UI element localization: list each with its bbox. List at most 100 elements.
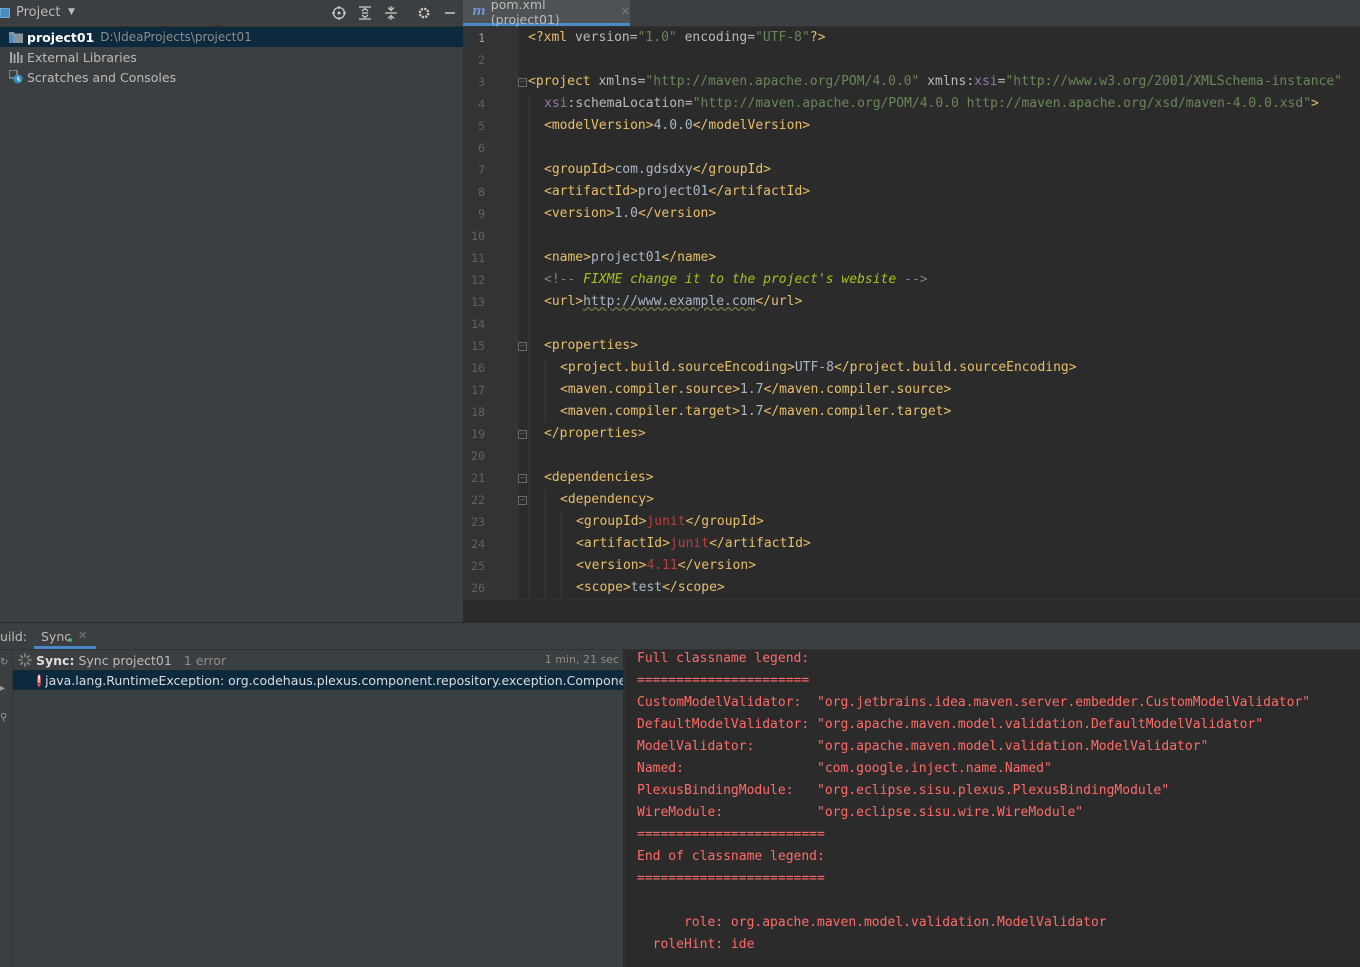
- tag-open: <properties>: [544, 338, 638, 353]
- code-line-8: <artifactId>project01</artifactId>: [544, 181, 810, 203]
- tag-value: test: [630, 580, 663, 595]
- filter-icon[interactable]: ⚲: [0, 712, 10, 724]
- tree-item-label: External Libraries: [27, 49, 137, 65]
- tag-close: </project.build.sourceEncoding>: [833, 360, 1077, 375]
- indent-guide: [545, 489, 546, 599]
- attr-name: xmlns:: [919, 74, 975, 89]
- comment-close: -->: [896, 272, 928, 287]
- line-number: 7: [478, 163, 485, 177]
- editor-pane: m pom.xml (project01) ✕ 1 2 3 4 5 6 7 8 …: [463, 0, 1360, 623]
- tag-value: UTF-8: [794, 360, 834, 375]
- collapse-all-icon[interactable]: [382, 4, 400, 22]
- hide-icon[interactable]: [441, 4, 459, 22]
- code-line-7: <groupId>com.gdsdxy</groupId>: [544, 159, 771, 181]
- attr-value: "UTF-8": [755, 30, 810, 45]
- line-number: 8: [478, 185, 485, 199]
- status-dot-icon: [68, 638, 72, 642]
- error-icon: !: [37, 673, 42, 687]
- pin-icon[interactable]: ▸: [0, 683, 10, 695]
- tag-open: <maven.compiler.target>: [560, 404, 741, 419]
- line-number: 15: [471, 339, 485, 353]
- tag-close: </name>: [661, 250, 717, 265]
- line-number: 17: [471, 383, 485, 397]
- xml-decl-end: ?>: [809, 30, 826, 45]
- tag-open: <artifactId>: [544, 184, 638, 199]
- tag-open: <url>: [544, 294, 584, 309]
- tag-value: 1.7: [740, 382, 764, 397]
- refresh-icon[interactable]: ↻: [0, 657, 10, 669]
- code-line-11: <name>project01</name>: [544, 247, 716, 269]
- editor-scrollbar-area[interactable]: [463, 599, 1360, 623]
- tag-close: </groupId>: [692, 162, 772, 177]
- line-number: 12: [471, 273, 485, 287]
- tree-item-scratches[interactable]: Scratches and Consoles: [0, 67, 463, 87]
- tag-close: </version>: [677, 558, 757, 573]
- project-tool-window: Project ▼ project01 D:\IdeaProjects\proj…: [0, 0, 463, 622]
- line-number: 13: [471, 295, 485, 309]
- code-editor[interactable]: <?xml version="1.0" encoding="UTF-8"?> <…: [519, 27, 1360, 599]
- xml-decl: <?xml: [528, 30, 575, 45]
- code-line-23: <groupId>junit</groupId>: [576, 511, 764, 533]
- build-tool-header: uild: Sync ✕: [0, 623, 1360, 650]
- tab-pom-xml[interactable]: m pom.xml (project01) ✕: [463, 0, 630, 27]
- code-line-25: <version>4.11</version>: [576, 555, 756, 577]
- tag-open: <name>: [544, 250, 591, 265]
- attr-name: xmlns: [598, 74, 638, 89]
- code-line-26: <scope>test</scope>: [576, 577, 725, 599]
- attr-name: schemaLocation: [575, 96, 685, 111]
- console-line: Named: "com.google.inject.name.Named": [637, 761, 1052, 776]
- tag-value: 1.0: [614, 206, 638, 221]
- tree-item-external-libraries[interactable]: External Libraries: [0, 47, 463, 67]
- chevron-down-icon[interactable]: ▼: [68, 7, 78, 17]
- tag-close: </modelVersion>: [692, 118, 811, 133]
- tag-open: <groupId>: [576, 514, 647, 529]
- tab-sync[interactable]: Sync ✕: [34, 623, 96, 649]
- code-line-12: <!-- FIXME change it to the project's we…: [544, 269, 928, 291]
- line-number: 23: [471, 515, 485, 529]
- line-number: 16: [471, 361, 485, 375]
- line-number: 19: [471, 427, 485, 441]
- error-row[interactable]: ! java.lang.RuntimeException: org.codeha…: [13, 670, 623, 690]
- console-line: End of classname legend:: [637, 849, 825, 864]
- line-number: 1: [478, 31, 485, 45]
- sync-result-row[interactable]: Sync: Sync project01 1 error 1 min, 21 s…: [13, 650, 623, 670]
- console-line: ========================: [637, 827, 825, 842]
- attr-name: version: [574, 30, 630, 45]
- tree-item-project01[interactable]: project01 D:\IdeaProjects\project01: [0, 27, 463, 47]
- indent-guide: [545, 357, 546, 423]
- locate-icon[interactable]: [330, 4, 348, 22]
- folder-icon: [8, 29, 24, 45]
- error-count: 1 error: [183, 652, 227, 668]
- line-number: 9: [478, 207, 485, 221]
- attr-value: "1.0": [637, 30, 677, 45]
- tag-open: <artifactId>: [576, 536, 670, 551]
- expand-all-icon[interactable]: [356, 4, 374, 22]
- project-view-title[interactable]: Project: [16, 5, 60, 20]
- build-console[interactable]: Full classname legend: =================…: [624, 650, 1360, 967]
- attr-value: "http://www.w3.org/2001/XMLSchema-instan…: [1005, 74, 1343, 89]
- tag-open: <version>: [544, 206, 615, 221]
- namespace: xsi: [974, 74, 998, 89]
- code-line-3: <project xmlns="http://maven.apache.org/…: [528, 71, 1342, 93]
- tag-value-unresolved: 4.11: [646, 558, 678, 573]
- console-line: roleHint: ide: [637, 937, 755, 952]
- build-toolbar: ↻ ▸ ⚲: [0, 650, 13, 967]
- line-number: 20: [471, 449, 485, 463]
- url-link[interactable]: http://www.example.com: [583, 294, 755, 309]
- comment-todo: FIXME change it to the project's website: [583, 272, 897, 287]
- close-icon[interactable]: ✕: [621, 5, 630, 18]
- code-line-17: <maven.compiler.source>1.7</maven.compil…: [560, 379, 951, 401]
- comment-open: <!--: [544, 272, 584, 287]
- tree-item-path: D:\IdeaProjects\project01: [100, 30, 252, 44]
- gear-icon[interactable]: [415, 4, 433, 22]
- tag-close: >: [1311, 96, 1319, 111]
- tag-close: </url>: [755, 294, 803, 309]
- tag-open: <version>: [576, 558, 647, 573]
- console-line: ========================: [637, 871, 825, 886]
- tag-value-unresolved: junit: [646, 514, 686, 529]
- attr-value: "http://maven.apache.org/POM/4.0.0 http:…: [692, 96, 1312, 111]
- close-icon[interactable]: ✕: [78, 629, 87, 642]
- namespace: xsi: [544, 96, 568, 111]
- tag-open: <dependency>: [560, 492, 654, 507]
